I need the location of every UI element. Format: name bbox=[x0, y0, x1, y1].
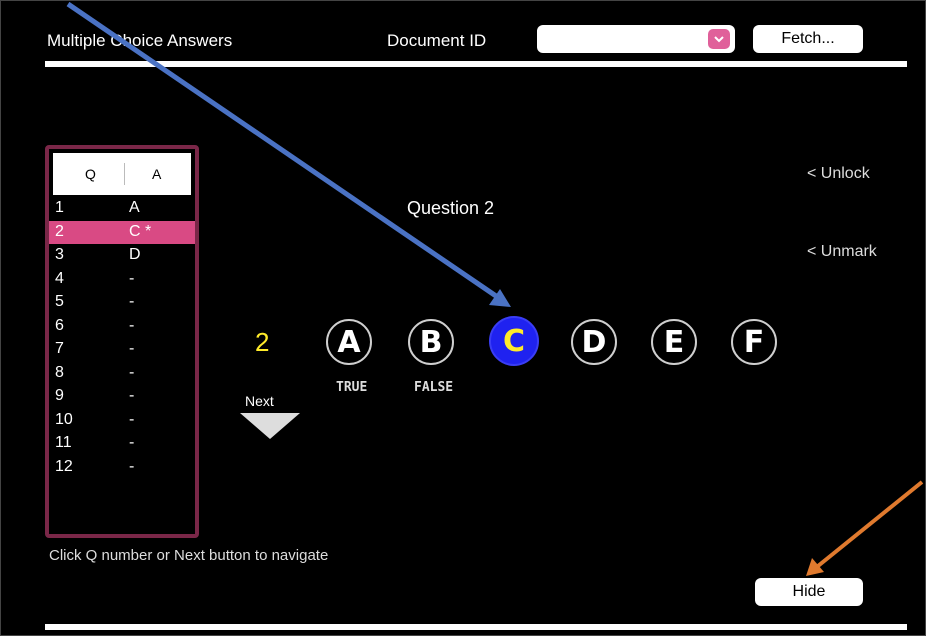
blue-annotation-arrow bbox=[66, 1, 511, 307]
annotation-arrows bbox=[66, 1, 924, 576]
orange-annotation-arrow bbox=[806, 480, 924, 576]
